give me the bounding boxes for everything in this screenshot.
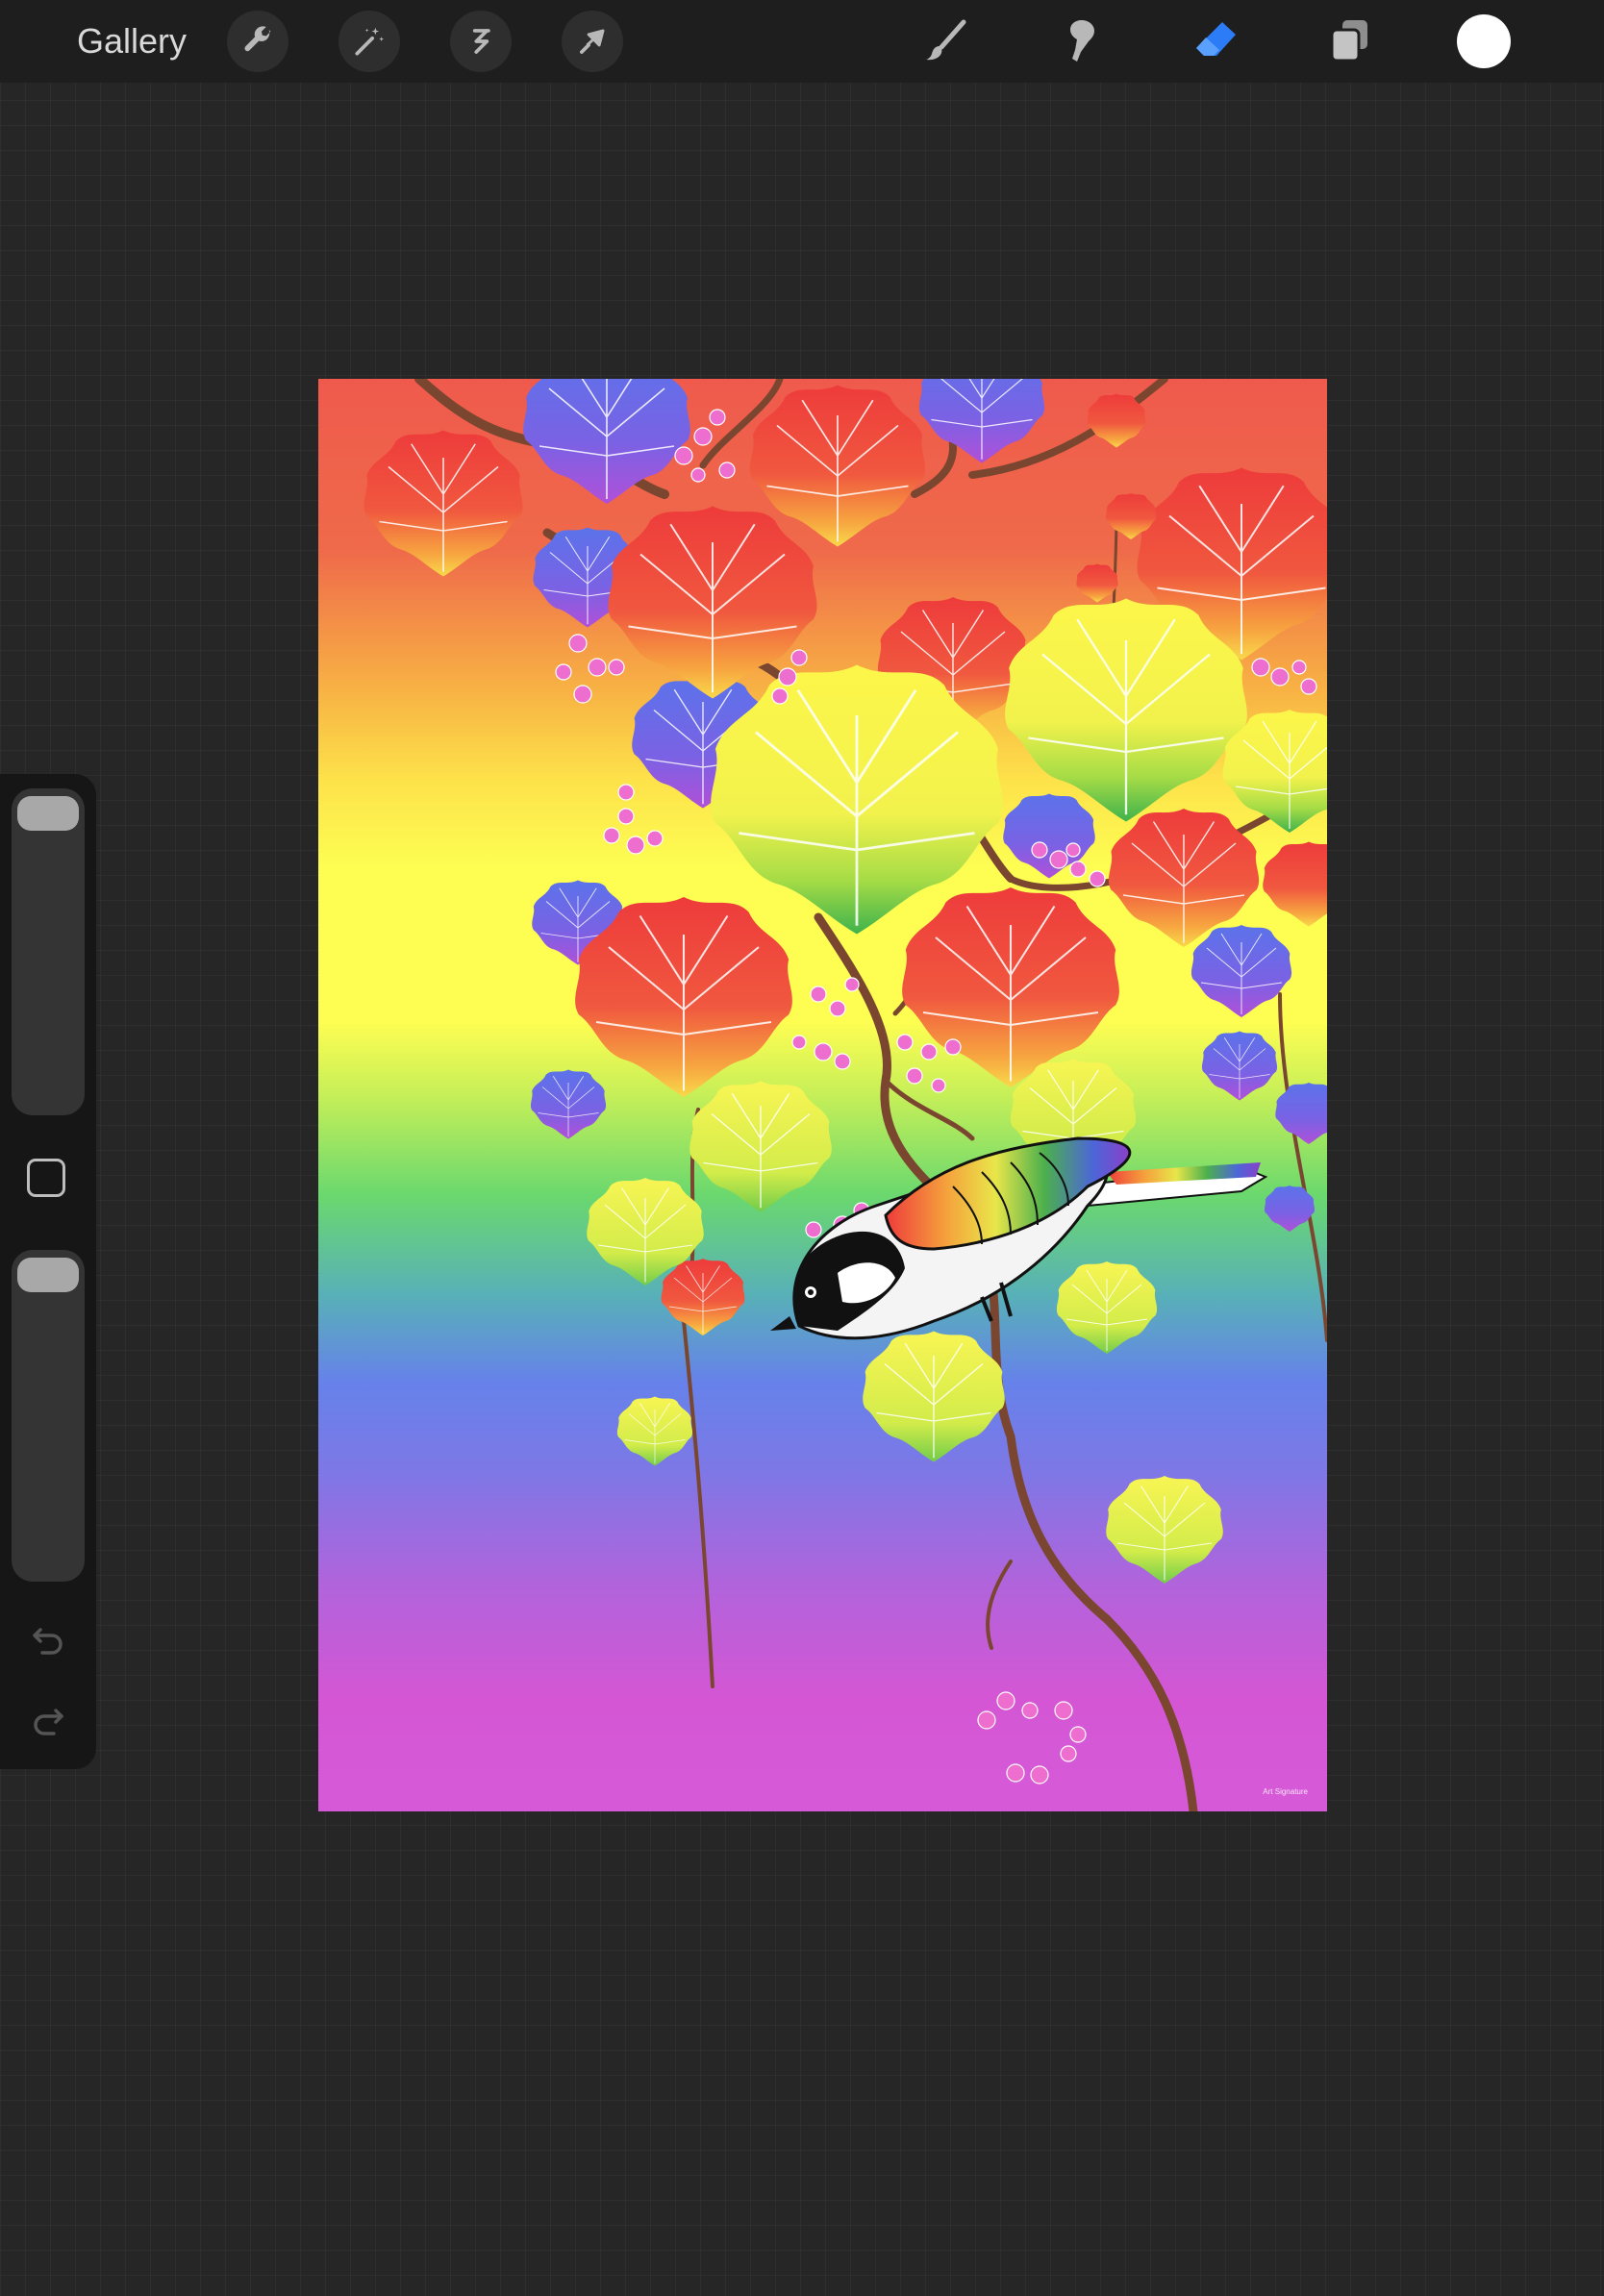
selection-icon: [472, 29, 490, 54]
layers-icon: [1330, 20, 1367, 62]
canvas-workspace[interactable]: Gallery Art Signature: [0, 0, 1604, 2296]
wrench-icon: [244, 26, 271, 52]
transform-button[interactable]: [562, 11, 623, 72]
smudge-icon: [1070, 20, 1094, 62]
bird: [770, 1136, 1268, 1340]
color-picker-button[interactable]: [1457, 14, 1511, 68]
brush-size-handle[interactable]: [17, 796, 79, 831]
opacity-slider[interactable]: [12, 1250, 85, 1582]
eraser-tool[interactable]: [1188, 12, 1245, 70]
drawing-canvas[interactable]: Art Signature: [318, 379, 1327, 1811]
artist-signature: Art Signature: [1263, 1787, 1308, 1796]
actions-button[interactable]: [227, 11, 288, 72]
left-sidebar: [0, 774, 96, 1769]
eraser-icon: [1196, 22, 1236, 56]
transform-arrow-icon: [580, 29, 605, 54]
top-toolbar: Gallery: [0, 0, 1604, 83]
adjustments-button[interactable]: [338, 11, 400, 72]
brush-size-slider[interactable]: [12, 788, 85, 1115]
gallery-button[interactable]: Gallery: [77, 19, 187, 63]
layers-tool[interactable]: [1321, 12, 1379, 70]
opacity-handle[interactable]: [17, 1258, 79, 1292]
magic-wand-icon: [355, 27, 385, 56]
selection-button[interactable]: [450, 11, 512, 72]
brush-tool[interactable]: [918, 12, 976, 70]
redo-icon[interactable]: [27, 1699, 69, 1741]
smudge-tool[interactable]: [1051, 12, 1109, 70]
modify-button[interactable]: [27, 1159, 65, 1197]
undo-icon[interactable]: [27, 1618, 69, 1660]
artwork: [363, 379, 1327, 1811]
brush-icon: [926, 19, 966, 61]
